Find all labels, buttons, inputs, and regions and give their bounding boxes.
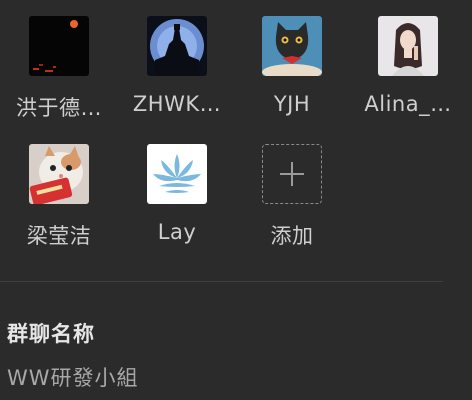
member-item[interactable]: Alina_… (349, 16, 467, 136)
member-item[interactable]: YJH (233, 16, 351, 136)
member-item[interactable]: 梁莹洁 (0, 144, 118, 264)
add-member-button[interactable]: 添加 (233, 144, 351, 264)
member-name: Alina_… (364, 92, 452, 116)
member-name: Lay (157, 220, 197, 244)
member-item[interactable]: Lay (118, 144, 236, 264)
portrait-woman-avatar (378, 16, 438, 76)
divider (0, 281, 443, 282)
lotus-flower-avatar (147, 144, 207, 204)
member-name: ZHWK… (132, 92, 222, 116)
plus-icon (280, 162, 304, 186)
member-item[interactable]: ZHWK… (118, 16, 236, 136)
add-member-label: 添加 (270, 224, 314, 248)
dark-night-moon-avatar (29, 16, 89, 76)
group-name-title: 群聊名称 (7, 322, 95, 346)
group-name-value[interactable]: WW研發小組 (7, 362, 139, 392)
castle-silhouette-avatar (147, 16, 207, 76)
kitten-photo-avatar (29, 144, 89, 204)
member-name: YJH (273, 92, 311, 116)
add-member-box[interactable] (262, 144, 322, 204)
member-name: 梁莹洁 (26, 224, 92, 248)
member-item[interactable]: 洪于德… (0, 16, 118, 136)
member-name: 洪于德… (16, 96, 102, 120)
black-cat-avatar (262, 16, 322, 76)
